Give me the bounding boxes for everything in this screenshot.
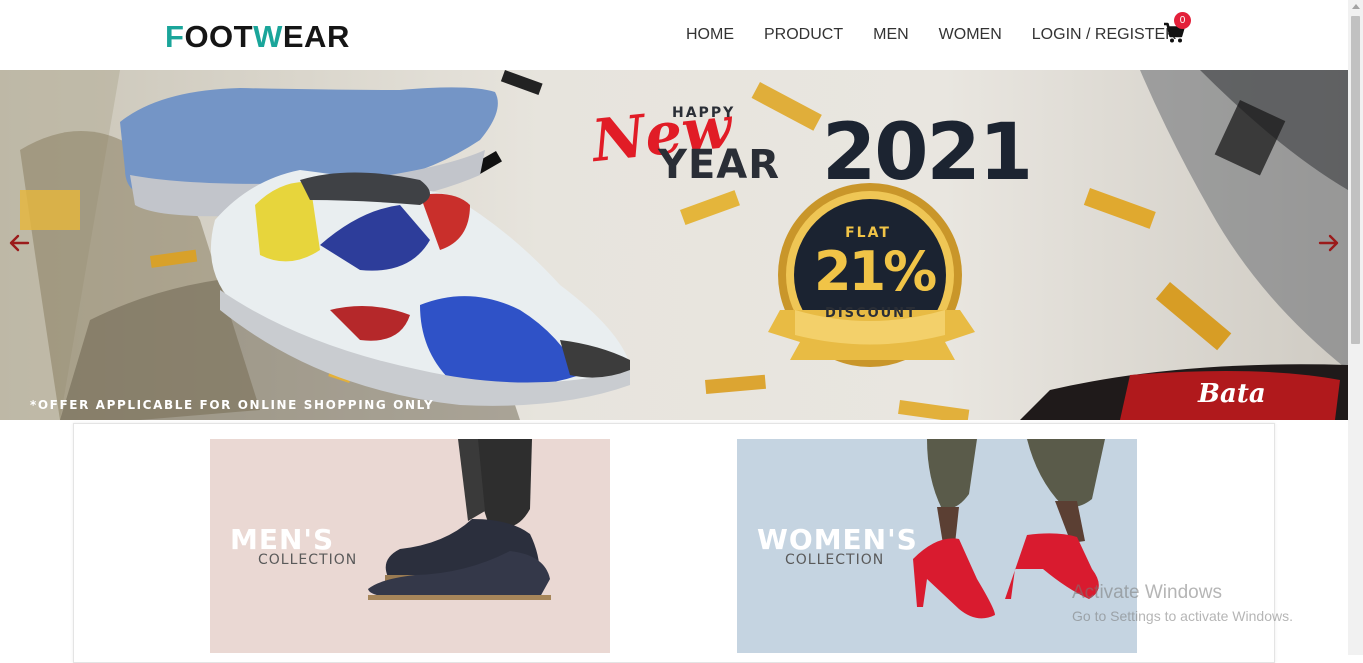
collection-section: MEN'S COLLECTION WOMEN'S COLLECTION — [73, 423, 1275, 663]
nav-men[interactable]: MEN — [873, 24, 909, 46]
nav-product[interactable]: PRODUCT — [764, 24, 843, 46]
arrow-right-icon[interactable] — [1316, 230, 1342, 256]
logo[interactable]: FOOTWEAR — [165, 18, 350, 56]
brand-logo: Bata — [1198, 379, 1266, 409]
page-scrollbar[interactable] — [1348, 0, 1363, 655]
badge-discount-text: DISCOUNT — [825, 306, 917, 321]
hero-year-text: YEAR — [658, 142, 781, 188]
windows-activation-watermark: Activate Windows Go to Settings to activ… — [1072, 581, 1293, 625]
badge-percent-text: 21% — [814, 240, 937, 303]
cart-count-badge: 0 — [1174, 12, 1191, 29]
watermark-line-2: Go to Settings to activate Windows. — [1072, 608, 1293, 624]
mens-collection-tile[interactable]: MEN'S COLLECTION — [210, 439, 610, 653]
navbar: FOOTWEAR HOME PRODUCT MEN WOMEN LOGIN / … — [0, 0, 1348, 70]
nav-login-register[interactable]: LOGIN / REGISTER — [1032, 24, 1177, 46]
nav-links: HOME PRODUCT MEN WOMEN LOGIN / REGISTER — [686, 24, 1207, 46]
hero-carousel: New HAPPY YEAR 2021 FLAT 21% DISCOUNT *O… — [0, 70, 1348, 420]
nav-women[interactable]: WOMEN — [939, 24, 1002, 46]
scroll-thumb[interactable] — [1351, 16, 1360, 344]
mens-collection-subtitle: COLLECTION — [258, 552, 358, 568]
nav-home[interactable]: HOME — [686, 24, 734, 46]
watermark-line-1: Activate Windows — [1072, 582, 1222, 603]
hero-2021-text: 2021 — [822, 108, 1033, 198]
scroll-up-icon[interactable] — [1352, 4, 1360, 9]
womens-collection-subtitle: COLLECTION — [785, 552, 885, 568]
hero-happy-text: HAPPY — [672, 105, 736, 121]
arrow-left-icon[interactable] — [6, 230, 32, 256]
hero-caption: *OFFER APPLICABLE FOR ONLINE SHOPPING ON… — [30, 398, 435, 412]
badge-flat-text: FLAT — [845, 225, 891, 241]
